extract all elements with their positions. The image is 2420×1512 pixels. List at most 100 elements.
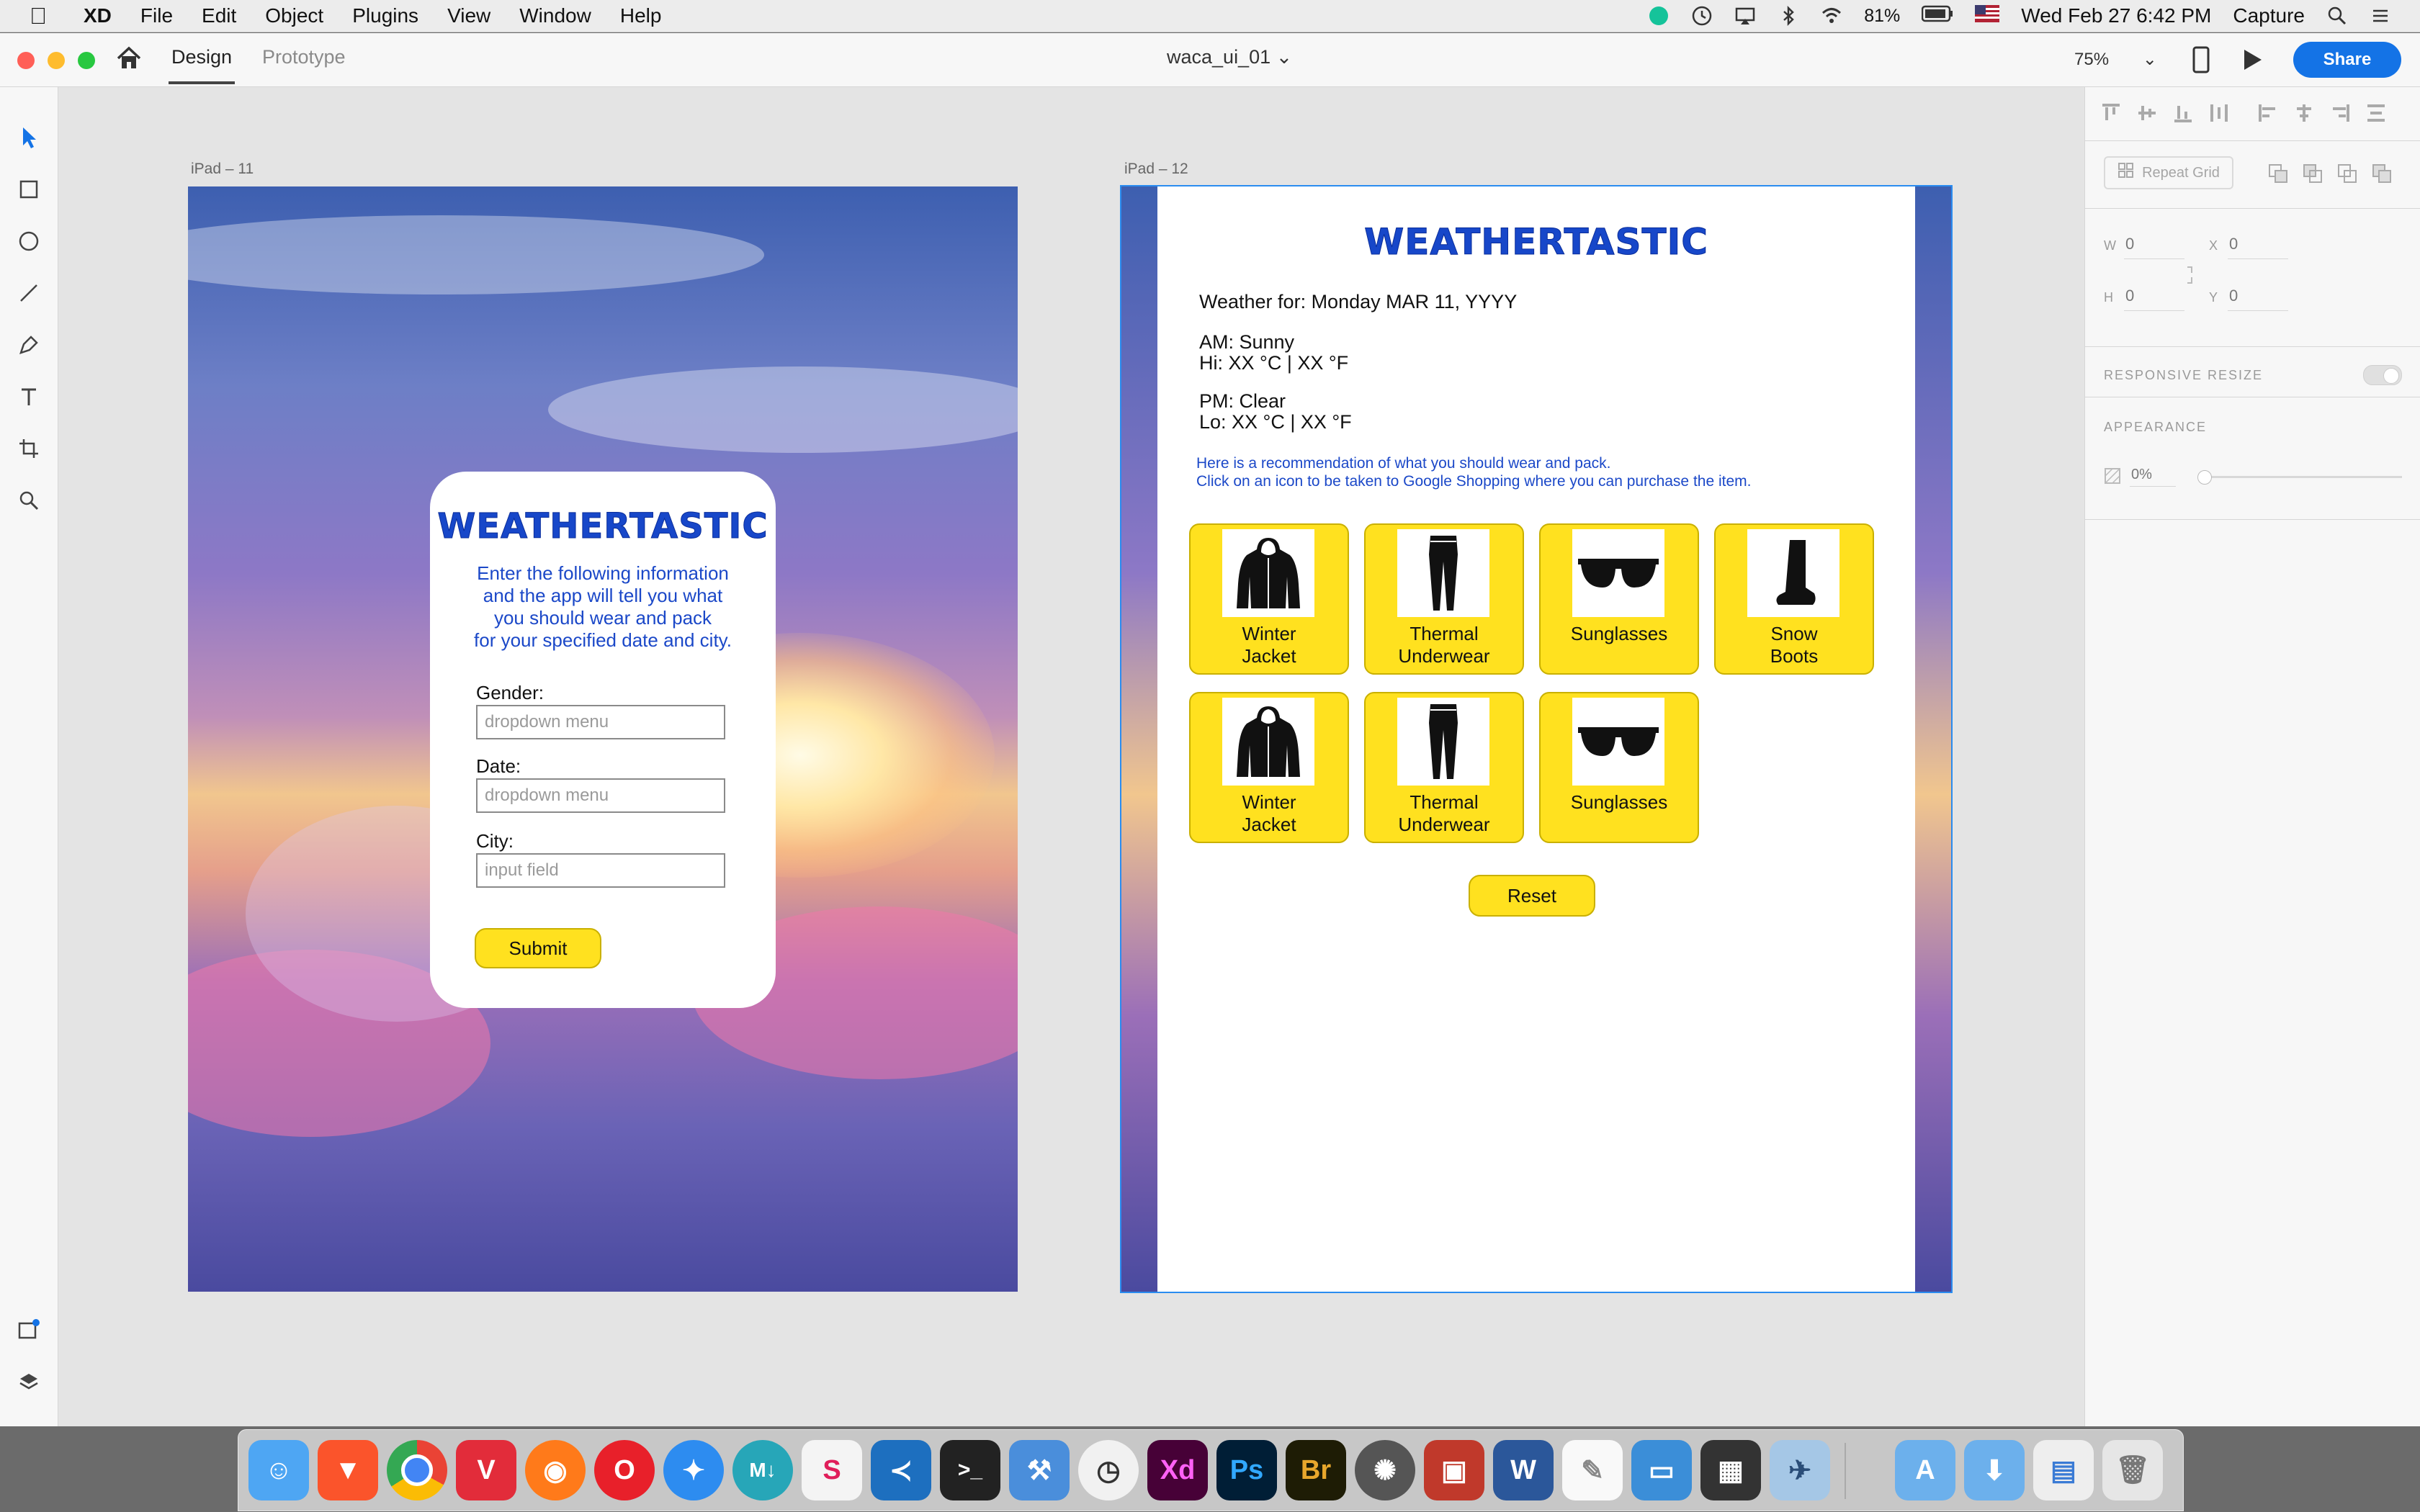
photo-booth-icon[interactable]: ▣: [1424, 1440, 1484, 1500]
clock-app-icon[interactable]: ◷: [1078, 1440, 1139, 1500]
height-field[interactable]: 0: [2125, 287, 2134, 305]
wifi-icon[interactable]: [1821, 5, 1842, 27]
tab-design[interactable]: Design: [168, 46, 236, 84]
preview-icon[interactable]: ✈: [1770, 1440, 1830, 1500]
battery-icon[interactable]: [1922, 4, 1953, 27]
zoom-dropdown[interactable]: 75% ⌄: [2074, 49, 2157, 70]
airplay-icon[interactable]: [1734, 5, 1756, 27]
artboard-label-ipad-11[interactable]: iPad – 11: [191, 161, 254, 178]
word-icon[interactable]: W: [1493, 1440, 1554, 1500]
textedit-icon[interactable]: ✎: [1562, 1440, 1623, 1500]
rectangle-tool-icon[interactable]: [14, 175, 43, 204]
x-field[interactable]: 0: [2229, 235, 2238, 253]
document-stack-icon[interactable]: ▤: [2033, 1440, 2094, 1500]
align-top-icon[interactable]: [2101, 103, 2121, 127]
time-machine-icon[interactable]: [1691, 5, 1713, 27]
item-sunglasses[interactable]: Sunglasses: [1539, 692, 1699, 843]
assets-panel-icon[interactable]: [14, 1315, 43, 1344]
pen-tool-icon[interactable]: [14, 330, 43, 359]
trash-icon[interactable]: 🗑: [2102, 1440, 2163, 1500]
bridge-icon[interactable]: Br: [1286, 1440, 1346, 1500]
slider-handle[interactable]: [2197, 470, 2212, 485]
intersect-icon[interactable]: [2337, 163, 2357, 187]
artboard-ipad-12[interactable]: WEATHERTASTIC Weather for: Monday MAR 11…: [1120, 185, 1953, 1293]
apple-icon[interactable]: : [26, 3, 50, 30]
applications-folder-icon[interactable]: A: [1895, 1440, 1955, 1500]
notification-center-icon[interactable]: [2370, 5, 2391, 27]
menu-view[interactable]: View: [447, 4, 490, 27]
select-tool-icon[interactable]: [14, 123, 43, 152]
align-center-icon[interactable]: [2294, 103, 2314, 127]
adobe-xd-icon[interactable]: Xd: [1147, 1440, 1208, 1500]
vscode-icon[interactable]: ≺: [871, 1440, 931, 1500]
item-thermal-underwear[interactable]: Thermal Underwear: [1364, 523, 1524, 675]
artboard-ipad-11[interactable]: WEATHERTASTIC Enter the following inform…: [188, 186, 1018, 1292]
play-preview-icon[interactable]: [2241, 48, 2264, 76]
opera-icon[interactable]: O: [594, 1440, 655, 1500]
item-winter-jacket[interactable]: Winter Jacket: [1189, 523, 1349, 675]
city-input[interactable]: input field: [476, 853, 725, 888]
vivaldi-icon[interactable]: V: [456, 1440, 516, 1500]
minimize-window-button[interactable]: [48, 52, 65, 69]
menu-app-name[interactable]: XD: [84, 4, 112, 27]
finder-icon[interactable]: ☺: [248, 1440, 309, 1500]
xcode-icon[interactable]: ⚒: [1009, 1440, 1070, 1500]
responsive-resize-toggle[interactable]: [2363, 365, 2402, 385]
grammarly-icon[interactable]: [1648, 5, 1670, 27]
date-dropdown[interactable]: dropdown menu: [476, 778, 725, 813]
text-tool-icon[interactable]: [14, 382, 43, 411]
markdown-icon[interactable]: M↓: [732, 1440, 793, 1500]
reset-button[interactable]: Reset: [1469, 875, 1595, 917]
close-window-button[interactable]: [17, 52, 35, 69]
terminal-icon[interactable]: >_: [940, 1440, 1000, 1500]
color-ui-icon[interactable]: ✺: [1355, 1440, 1415, 1500]
gender-dropdown[interactable]: dropdown menu: [476, 705, 725, 739]
slack-icon[interactable]: S: [802, 1440, 862, 1500]
share-button[interactable]: Share: [2293, 42, 2401, 78]
menu-file[interactable]: File: [140, 4, 173, 27]
menu-help[interactable]: Help: [620, 4, 662, 27]
keynote-icon[interactable]: ▭: [1631, 1440, 1692, 1500]
layers-panel-icon[interactable]: [14, 1367, 43, 1396]
capture-menu[interactable]: Capture: [2233, 4, 2305, 27]
ellipse-tool-icon[interactable]: [14, 227, 43, 256]
bluetooth-icon[interactable]: [1778, 5, 1799, 27]
firefox-icon[interactable]: ◉: [525, 1440, 586, 1500]
align-middle-icon[interactable]: [2137, 103, 2157, 127]
artboard-label-ipad-12[interactable]: iPad – 12: [1124, 161, 1188, 178]
photoshop-icon[interactable]: Ps: [1216, 1440, 1277, 1500]
flag-icon[interactable]: [1975, 4, 2000, 27]
safari-icon[interactable]: ✦: [663, 1440, 724, 1500]
device-preview-icon[interactable]: [2192, 46, 2210, 77]
zoom-window-button[interactable]: [78, 52, 95, 69]
line-tool-icon[interactable]: [14, 279, 43, 307]
menu-plugins[interactable]: Plugins: [352, 4, 418, 27]
distribute-vertical-icon[interactable]: [2209, 103, 2229, 127]
align-left-icon[interactable]: [2258, 103, 2278, 127]
repeat-grid-button[interactable]: Repeat Grid: [2104, 156, 2233, 189]
subtract-icon[interactable]: [2303, 163, 2323, 187]
align-right-icon[interactable]: [2330, 103, 2350, 127]
menu-edit[interactable]: Edit: [202, 4, 236, 27]
distribute-horizontal-icon[interactable]: [2366, 103, 2386, 127]
artboard-tool-icon[interactable]: [14, 434, 43, 463]
document-title[interactable]: waca_ui_01 ⌄: [1167, 46, 1292, 68]
opacity-slider[interactable]: [2197, 470, 2402, 485]
brave-icon[interactable]: ▼: [318, 1440, 378, 1500]
width-field[interactable]: 0: [2125, 235, 2134, 253]
clock-datetime[interactable]: Wed Feb 27 6:42 PM: [2021, 4, 2211, 27]
item-thermal-underwear[interactable]: Thermal Underwear: [1364, 692, 1524, 843]
opacity-field[interactable]: 0%: [2131, 467, 2152, 483]
menu-object[interactable]: Object: [265, 4, 323, 27]
calculator-icon[interactable]: ▦: [1700, 1440, 1761, 1500]
add-icon[interactable]: [2268, 163, 2288, 187]
zoom-tool-icon[interactable]: [14, 486, 43, 515]
lock-aspect-icon[interactable]: [2186, 266, 2195, 288]
align-bottom-icon[interactable]: [2173, 103, 2193, 127]
design-canvas[interactable]: iPad – 11 WEATHERTASTIC Enter the follow…: [58, 87, 2084, 1426]
y-field[interactable]: 0: [2229, 287, 2238, 305]
tab-prototype[interactable]: Prototype: [262, 46, 346, 68]
item-sunglasses[interactable]: Sunglasses: [1539, 523, 1699, 675]
home-icon[interactable]: [115, 45, 143, 76]
item-winter-jacket[interactable]: Winter Jacket: [1189, 692, 1349, 843]
